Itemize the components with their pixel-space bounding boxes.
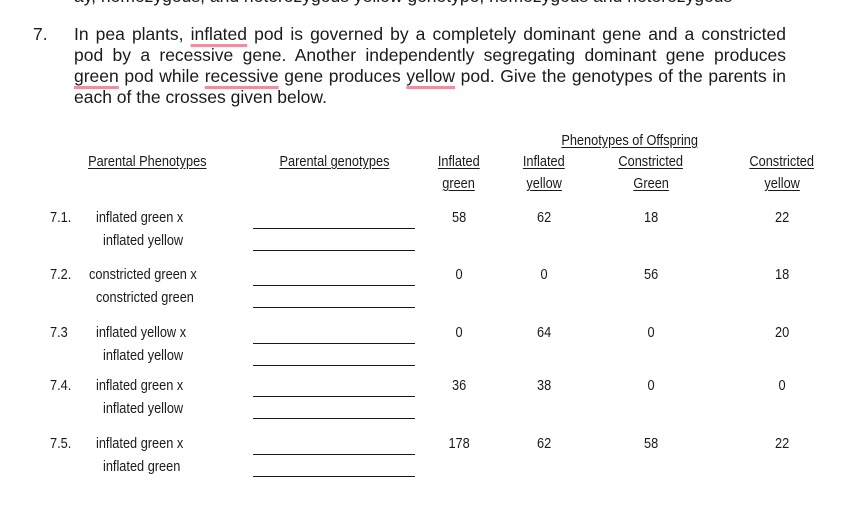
cross-number: 7.1. <box>50 210 72 226</box>
count-value: 22 <box>774 436 790 452</box>
previous-line-clipped: ay, homozygous, and heterozygous yellow … <box>74 0 786 6</box>
spellcheck-flagged-word: recessive <box>204 66 279 86</box>
count-constricted-green: 0 <box>621 378 681 394</box>
count-value: 0 <box>647 378 655 394</box>
genotype-answer-line-2[interactable] <box>253 307 415 308</box>
count-value: 62 <box>536 436 552 452</box>
genotype-answer-line-1[interactable] <box>253 396 415 397</box>
question-text-segment: pod while <box>118 66 205 86</box>
count-value: 0 <box>455 267 463 283</box>
header-parental-phenotypes: Parental Phenotypes <box>88 154 207 170</box>
parent-2-phenotype: inflated green <box>103 459 181 475</box>
count-value: 20 <box>774 325 790 341</box>
parent-2-phenotype: constricted green <box>96 290 194 306</box>
count-constricted-yellow: 0 <box>752 378 812 394</box>
genotype-answer-line-2[interactable] <box>253 418 415 419</box>
count-value: 178 <box>448 436 470 452</box>
count-constricted-green: 0 <box>621 325 681 341</box>
parent-1-phenotype: inflated yellow x <box>96 325 187 341</box>
spellcheck-flagged-word: inflated <box>190 24 248 44</box>
cross-number: 7.5. <box>50 436 72 452</box>
count-value: 18 <box>774 267 790 283</box>
cross-number: 7.4. <box>50 378 72 394</box>
count-value: 62 <box>536 210 552 226</box>
genotype-answer-line-1[interactable] <box>253 343 415 344</box>
header-inflated-yellow: Inflated yellow <box>523 154 565 192</box>
count-inflated-yellow: 64 <box>514 325 574 341</box>
count-constricted-green: 18 <box>621 210 681 226</box>
count-value: 18 <box>643 210 659 226</box>
count-value: 0 <box>455 325 463 341</box>
count-value: 38 <box>536 378 552 394</box>
count-value: 58 <box>643 436 659 452</box>
count-constricted-green: 56 <box>621 267 681 283</box>
spellcheck-flagged-word: yellow <box>406 66 456 86</box>
genotype-answer-line-2[interactable] <box>253 476 415 477</box>
count-value: 58 <box>451 210 467 226</box>
count-constricted-yellow: 20 <box>752 325 812 341</box>
count-inflated-yellow: 62 <box>514 436 574 452</box>
parent-2-phenotype: inflated yellow <box>103 401 184 417</box>
count-value: 0 <box>647 325 655 341</box>
count-constricted-yellow: 22 <box>752 210 812 226</box>
spellcheck-flagged-word: green <box>74 66 119 86</box>
question-text-segment: gene produces <box>278 66 407 86</box>
count-value: 56 <box>643 267 659 283</box>
parent-2-phenotype: inflated yellow <box>103 348 184 364</box>
count-value: 0 <box>540 267 548 283</box>
parent-1-phenotype: constricted green x <box>89 267 197 283</box>
count-inflated-yellow: 62 <box>514 210 574 226</box>
count-inflated-green: 178 <box>429 436 489 452</box>
count-constricted-yellow: 18 <box>752 267 812 283</box>
count-inflated-green: 0 <box>429 267 489 283</box>
genotype-answer-line-1[interactable] <box>253 285 415 286</box>
count-inflated-yellow: 38 <box>514 378 574 394</box>
count-value: 64 <box>536 325 552 341</box>
genotype-answer-line-2[interactable] <box>253 365 415 366</box>
count-inflated-green: 0 <box>429 325 489 341</box>
count-value: 36 <box>451 378 467 394</box>
genotype-answer-line-1[interactable] <box>253 228 415 229</box>
genotype-answer-line-1[interactable] <box>253 454 415 455</box>
question-number: 7. <box>33 24 48 44</box>
count-value: 0 <box>778 378 786 394</box>
count-value: 22 <box>774 210 790 226</box>
parent-2-phenotype: inflated yellow <box>103 233 184 249</box>
parent-1-phenotype: inflated green x <box>96 210 184 226</box>
count-inflated-green: 58 <box>429 210 489 226</box>
parent-1-phenotype: inflated green x <box>96 378 184 394</box>
header-constricted-green: Constricted Green <box>618 154 684 192</box>
question-text-segment: In pea plants, <box>74 24 191 44</box>
header-parental-genotypes: Parental genotypes <box>279 154 389 170</box>
genotype-answer-line-2[interactable] <box>253 250 415 251</box>
cross-number: 7.2. <box>50 267 72 283</box>
count-inflated-green: 36 <box>429 378 489 394</box>
offspring-group-header: Phenotypes of Offspring <box>561 133 699 149</box>
parent-1-phenotype: inflated green x <box>96 436 184 452</box>
cross-number: 7.3 <box>50 325 68 341</box>
header-inflated-green: Inflated green <box>438 154 480 192</box>
question-text: In pea plants, inflated pod is governed … <box>74 24 786 108</box>
count-constricted-yellow: 22 <box>752 436 812 452</box>
count-constricted-green: 58 <box>621 436 681 452</box>
header-constricted-yellow: Constricted yellow <box>749 154 815 192</box>
count-inflated-yellow: 0 <box>514 267 574 283</box>
